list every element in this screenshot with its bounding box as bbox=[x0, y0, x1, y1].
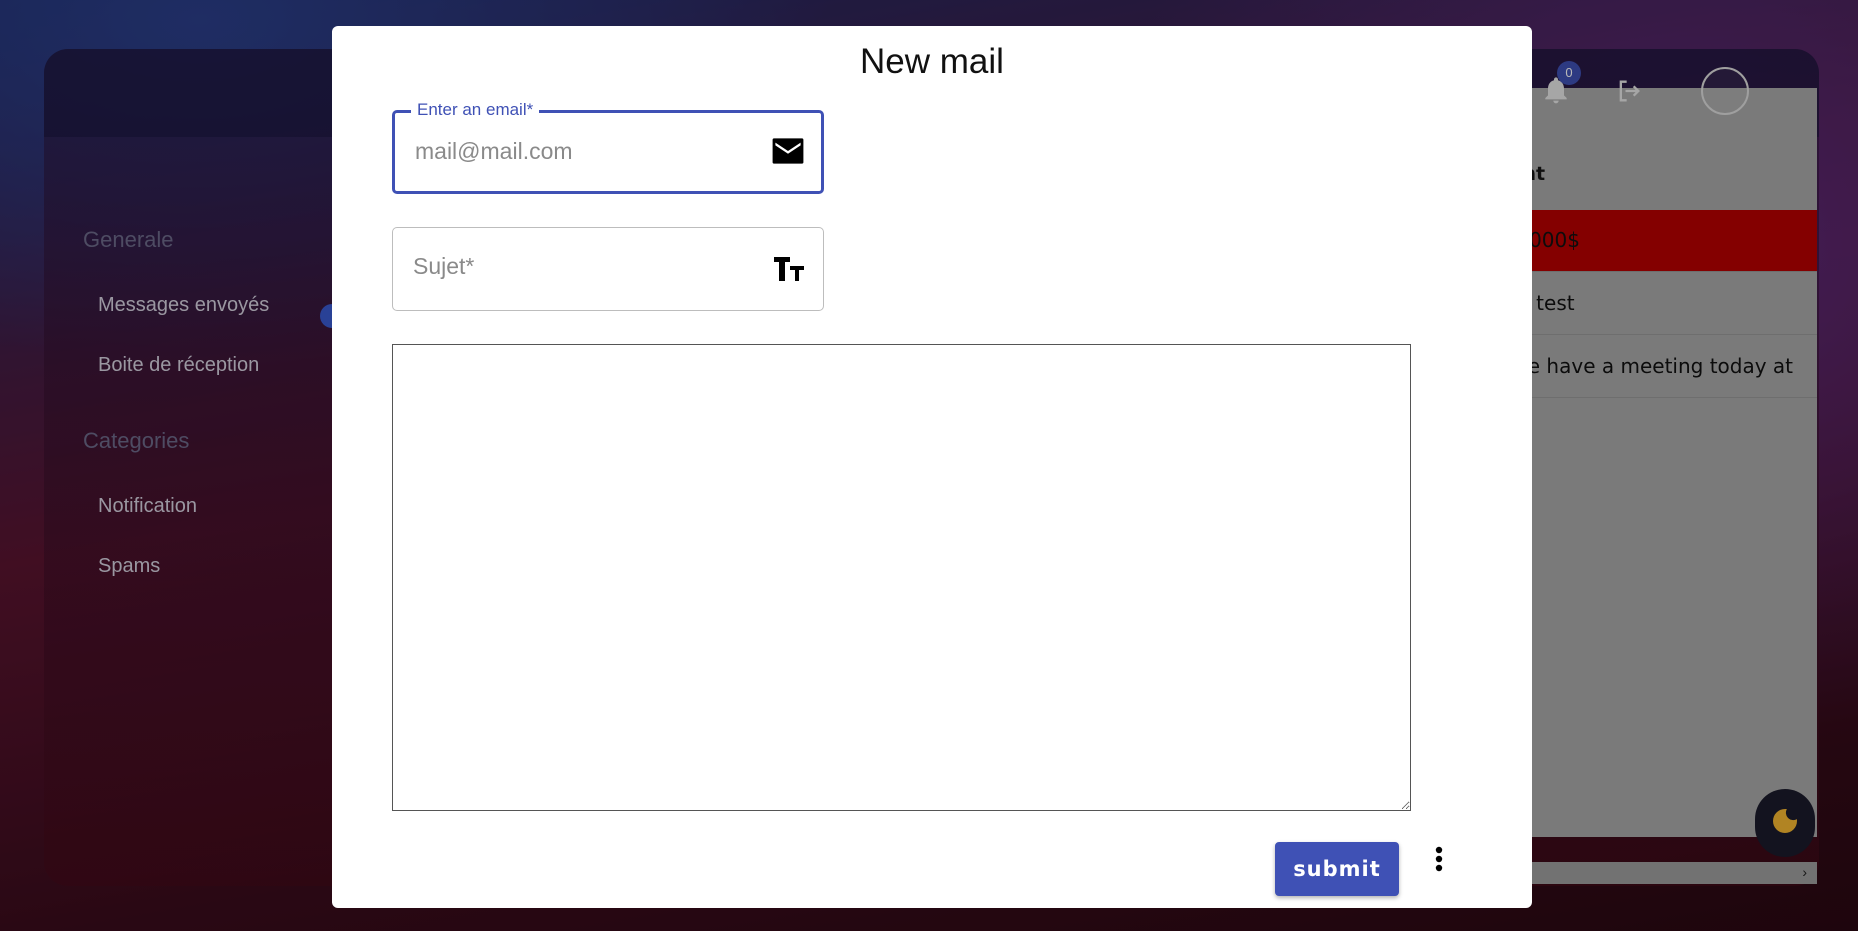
subject-field[interactable] bbox=[392, 227, 824, 311]
more-vertical-icon[interactable] bbox=[1426, 844, 1452, 880]
subject-input[interactable] bbox=[413, 248, 743, 284]
text-size-icon bbox=[774, 257, 804, 281]
email-field[interactable]: Enter an email* bbox=[392, 100, 824, 194]
email-input[interactable] bbox=[415, 133, 745, 169]
dialog-title: New mail bbox=[860, 42, 1004, 81]
mail-icon bbox=[772, 138, 804, 164]
email-field-label: Enter an email* bbox=[411, 100, 540, 120]
submit-button[interactable]: submit bbox=[1275, 842, 1399, 896]
message-body-textarea[interactable] bbox=[392, 344, 1411, 811]
new-mail-dialog: New mail Enter an email* submit bbox=[332, 26, 1532, 908]
